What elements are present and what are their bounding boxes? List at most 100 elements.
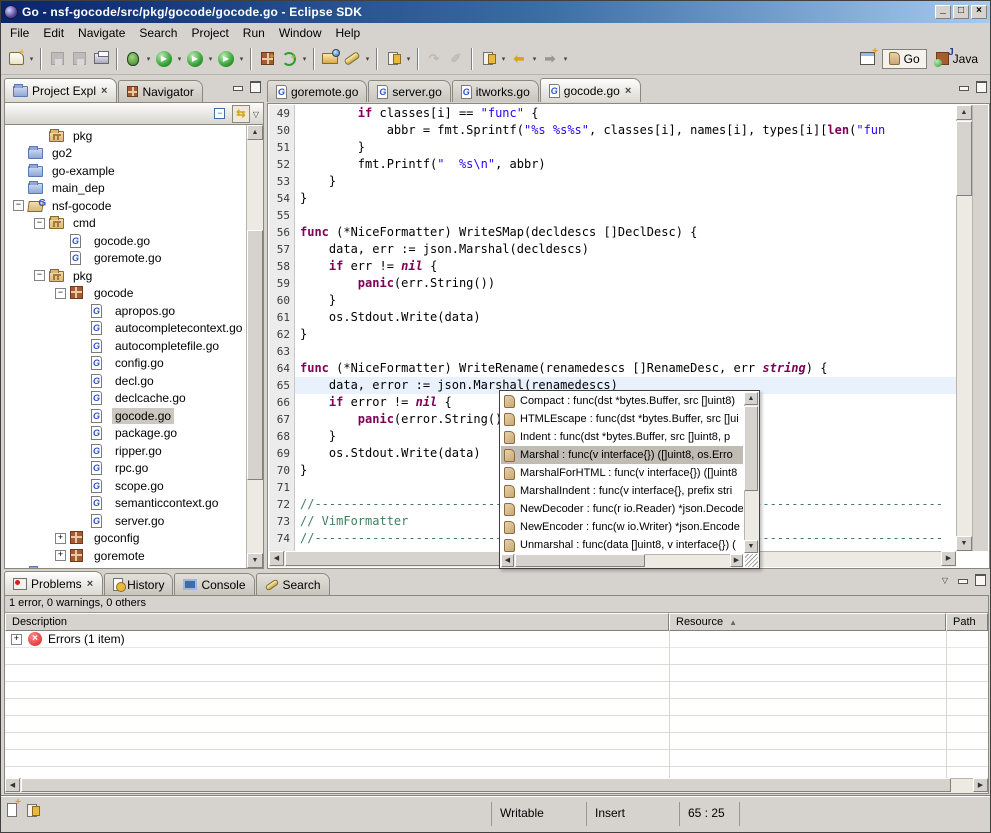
- menu-navigate[interactable]: Navigate: [71, 24, 132, 42]
- code-line-56[interactable]: 56func (*NiceFormatter) WriteSMap(declde…: [269, 224, 956, 241]
- scroll-down-icon[interactable]: ▼: [956, 536, 972, 551]
- tab-search[interactable]: Search: [256, 573, 330, 595]
- tree-item-apropos.go[interactable]: −apropos.go: [5, 302, 246, 320]
- editor-vscrollbar[interactable]: ▲ ▼: [956, 105, 972, 551]
- tab-project-explorer[interactable]: Project Expl ×: [4, 78, 117, 102]
- editor-tab-server.go[interactable]: server.go: [368, 80, 450, 102]
- code-line-64[interactable]: 64func (*NiceFormatter) WriteRename(rena…: [269, 360, 956, 377]
- tree-item-go2[interactable]: −go2: [5, 145, 246, 163]
- scroll-left-icon[interactable]: ◀: [501, 554, 514, 567]
- menu-help[interactable]: Help: [329, 24, 368, 42]
- close-icon[interactable]: ×: [100, 85, 108, 97]
- tree-item-scope.go[interactable]: −scope.go: [5, 477, 246, 495]
- refresh-button[interactable]: +: [278, 48, 300, 70]
- scroll-left-icon[interactable]: ◀: [5, 778, 20, 792]
- tree-item-nsf-gocode[interactable]: −nsf-gocode: [5, 197, 246, 215]
- editor-tab-itworks.go[interactable]: itworks.go: [452, 80, 539, 102]
- maximize-view-button[interactable]: [248, 81, 261, 92]
- tree-item-config.go[interactable]: −config.go: [5, 355, 246, 373]
- tree-item-decl.go[interactable]: −decl.go: [5, 372, 246, 390]
- expand-icon[interactable]: +: [11, 634, 22, 645]
- new-package-button[interactable]: +: [256, 48, 278, 70]
- scroll-down-icon[interactable]: ▼: [247, 553, 263, 568]
- collapse-icon[interactable]: −: [13, 200, 24, 211]
- tree-item-go-example[interactable]: −go-example: [5, 162, 246, 180]
- column-header-resource[interactable]: Resource▲: [669, 613, 946, 631]
- menu-window[interactable]: Window: [272, 24, 329, 42]
- debug-dropdown[interactable]: ▾: [144, 48, 153, 70]
- external-tools-dropdown[interactable]: ▾: [237, 48, 246, 70]
- forward-dropdown[interactable]: ▾: [561, 48, 570, 70]
- completion-item[interactable]: NewEncoder : func(w io.Writer) *json.Enc…: [501, 518, 743, 536]
- tree-item-ripper.go[interactable]: −ripper.go: [5, 442, 246, 460]
- tree-item-pkg[interactable]: −pkg: [5, 267, 246, 285]
- completion-item[interactable]: MarshalForHTML : func(v interface{}) ([]…: [501, 464, 743, 482]
- code-line-62[interactable]: 62}: [269, 326, 956, 343]
- annotation-button[interactable]: [382, 48, 404, 70]
- editor-tab-goremote.go[interactable]: goremote.go: [267, 80, 367, 102]
- scroll-right-icon[interactable]: ▶: [730, 554, 743, 567]
- code-line-58[interactable]: 58 if err != nil {: [269, 258, 956, 275]
- code-line-51[interactable]: 51 }: [269, 139, 956, 156]
- maximize-editor-button[interactable]: [974, 81, 987, 92]
- back-dropdown[interactable]: ▾: [530, 48, 539, 70]
- maximize-view-button[interactable]: [973, 574, 986, 585]
- previous-annotation-button[interactable]: ✐: [445, 48, 467, 70]
- scroll-up-icon[interactable]: ▲: [956, 105, 972, 120]
- open-perspective-button[interactable]: [857, 48, 879, 70]
- last-edit-location-button[interactable]: [477, 48, 499, 70]
- code-line-55[interactable]: 55: [269, 207, 956, 224]
- problems-row-errors[interactable]: +×Errors (1 item): [5, 631, 988, 648]
- scroll-up-icon[interactable]: ▲: [247, 125, 263, 140]
- perspective-java-button[interactable]: Java: [930, 50, 984, 68]
- minimize-view-button[interactable]: [956, 574, 969, 585]
- popup-scroll-thumb[interactable]: [744, 406, 758, 491]
- tab-console[interactable]: Console: [174, 573, 254, 595]
- maximize-button[interactable]: □: [953, 5, 969, 19]
- run-button[interactable]: ▶: [153, 48, 175, 70]
- run-history-dropdown[interactable]: ▾: [206, 48, 215, 70]
- save-all-button[interactable]: [68, 48, 90, 70]
- menu-search[interactable]: Search: [132, 24, 184, 42]
- tree-item-declcache.go[interactable]: −declcache.go: [5, 390, 246, 408]
- completion-item[interactable]: MarshalIndent : func(v interface{}, pref…: [501, 482, 743, 500]
- completion-item[interactable]: Unmarshal : func(data []uint8, v interfa…: [501, 536, 743, 553]
- search-button[interactable]: [341, 48, 363, 70]
- forward-button[interactable]: ➡: [539, 48, 561, 70]
- external-tools-button[interactable]: ▶: [215, 48, 237, 70]
- explorer-scroll-thumb[interactable]: [247, 230, 263, 480]
- tree-item-gocode.go[interactable]: −gocode.go: [5, 232, 246, 250]
- minimize-button[interactable]: _: [935, 5, 951, 19]
- expand-icon[interactable]: +: [55, 550, 66, 561]
- tree-item-autocompletefile.go[interactable]: −autocompletefile.go: [5, 337, 246, 355]
- last-edit-dropdown[interactable]: ▾: [499, 48, 508, 70]
- code-line-52[interactable]: 52 fmt.Printf(" %s\n", abbr): [269, 156, 956, 173]
- tree-item-package.go[interactable]: −package.go: [5, 425, 246, 443]
- completion-item[interactable]: NewDecoder : func(r io.Reader) *json.Dec…: [501, 500, 743, 518]
- tree-item-test[interactable]: −test: [5, 565, 246, 570]
- popup-hscrollbar[interactable]: ◀ ▶: [501, 554, 743, 568]
- menu-project[interactable]: Project: [184, 24, 235, 42]
- tree-item-goconfig[interactable]: +goconfig: [5, 530, 246, 548]
- close-icon[interactable]: ×: [86, 578, 94, 590]
- code-line-54[interactable]: 54}: [269, 190, 956, 207]
- code-line-53[interactable]: 53 }: [269, 173, 956, 190]
- open-resource-button[interactable]: [319, 48, 341, 70]
- scroll-up-icon[interactable]: ▲: [744, 392, 758, 405]
- fast-view-annotation-icon[interactable]: [27, 804, 37, 817]
- annotation-dropdown[interactable]: ▾: [404, 48, 413, 70]
- search-dropdown[interactable]: ▾: [363, 48, 372, 70]
- tree-item-goremote.go[interactable]: −goremote.go: [5, 250, 246, 268]
- menu-edit[interactable]: Edit: [36, 24, 71, 42]
- tree-item-autocompletecontext.go[interactable]: −autocompletecontext.go: [5, 320, 246, 338]
- code-line-50[interactable]: 50 abbr = fmt.Sprintf("%s %s%s", classes…: [269, 122, 956, 139]
- scroll-right-icon[interactable]: ▶: [941, 551, 956, 566]
- save-button[interactable]: [46, 48, 68, 70]
- editor-tab-gocode.go[interactable]: gocode.go×: [540, 78, 642, 102]
- expand-icon[interactable]: +: [55, 533, 66, 544]
- column-header-path[interactable]: Path: [946, 613, 988, 631]
- tab-navigator[interactable]: Navigator: [118, 80, 202, 102]
- tree-item-main_dep[interactable]: −main_dep: [5, 180, 246, 198]
- tree-item-gocode.go[interactable]: −gocode.go: [5, 407, 246, 425]
- code-line-61[interactable]: 61 os.Stdout.Write(data): [269, 309, 956, 326]
